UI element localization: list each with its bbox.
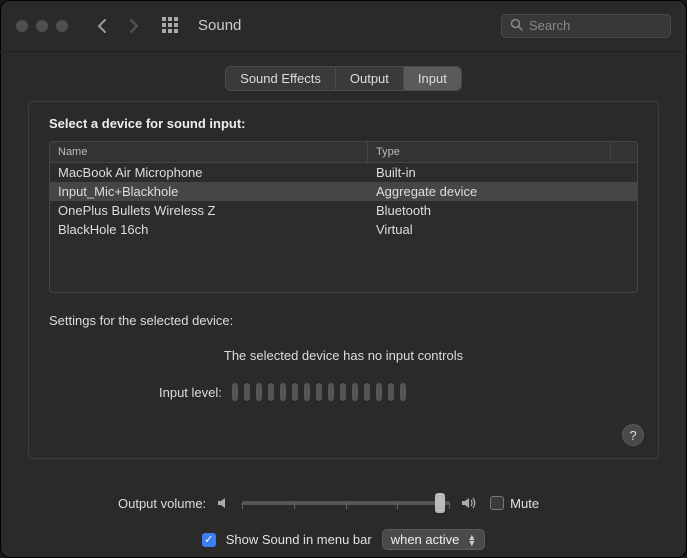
table-row[interactable]: BlackHole 16chVirtual [50, 220, 637, 239]
input-level-label: Input level: [159, 385, 222, 400]
traffic-lights [16, 20, 68, 32]
level-bar [340, 383, 346, 401]
footer: Output volume: Mute ✓ Show Sound in menu… [0, 477, 687, 558]
menubar-row: ✓ Show Sound in menu bar when active ▲▼ [28, 529, 659, 550]
device-type-cell: Built-in [368, 163, 637, 182]
minimize-window-button[interactable] [36, 20, 48, 32]
back-button[interactable] [90, 12, 114, 40]
window-title: Sound [198, 17, 241, 34]
table-body: MacBook Air MicrophoneBuilt-inInput_Mic+… [50, 163, 637, 239]
device-type-cell: Aggregate device [368, 182, 637, 201]
level-bar [364, 383, 370, 401]
level-bar [316, 383, 322, 401]
table-row[interactable]: OnePlus Bullets Wireless ZBluetooth [50, 201, 637, 220]
device-name-cell: OnePlus Bullets Wireless Z [50, 201, 368, 220]
level-bar [268, 383, 274, 401]
tab-output[interactable]: Output [336, 67, 404, 90]
level-bar [280, 383, 286, 401]
sound-preferences-window: Sound Sound Effects Output Input Select … [0, 0, 687, 558]
level-bar [352, 383, 358, 401]
input-level-row: Input level: [49, 383, 638, 401]
search-icon [510, 18, 523, 34]
device-name-cell: Input_Mic+Blackhole [50, 182, 368, 201]
speaker-low-icon [216, 495, 232, 511]
level-bar [256, 383, 262, 401]
level-bar [376, 383, 382, 401]
table-header: Name Type [50, 142, 637, 163]
titlebar: Sound [0, 0, 687, 52]
search-field-wrap[interactable] [501, 14, 671, 38]
output-volume-slider[interactable] [242, 493, 450, 513]
tabs-segmented: Sound Effects Output Input [225, 66, 462, 91]
level-bar [244, 383, 250, 401]
chevron-right-icon [128, 18, 140, 34]
help-button[interactable]: ? [622, 424, 644, 446]
slider-ticks [242, 495, 450, 511]
no-input-controls-message: The selected device has no input control… [49, 348, 638, 363]
column-spacer [611, 142, 637, 162]
show-all-prefs-button[interactable] [162, 17, 180, 35]
level-bar [400, 383, 406, 401]
tab-input[interactable]: Input [404, 67, 461, 90]
level-bar [232, 383, 238, 401]
device-type-cell: Virtual [368, 220, 637, 239]
up-down-icon: ▲▼ [467, 534, 476, 546]
input-device-prompt: Select a device for sound input: [49, 116, 638, 131]
column-name[interactable]: Name [50, 142, 368, 162]
speaker-high-icon [460, 495, 480, 511]
mute-checkbox[interactable] [490, 496, 504, 510]
column-type[interactable]: Type [368, 142, 611, 162]
menubar-mode-popup[interactable]: when active ▲▼ [382, 529, 486, 550]
search-input[interactable] [529, 18, 662, 33]
settings-heading: Settings for the selected device: [49, 313, 638, 328]
zoom-window-button[interactable] [56, 20, 68, 32]
device-name-cell: BlackHole 16ch [50, 220, 368, 239]
tab-sound-effects[interactable]: Sound Effects [226, 67, 336, 90]
slider-thumb[interactable] [435, 493, 445, 513]
forward-button[interactable] [122, 12, 146, 40]
level-bar [388, 383, 394, 401]
tabs-container: Sound Effects Output Input [28, 66, 659, 91]
level-bar [292, 383, 298, 401]
table-row[interactable]: Input_Mic+BlackholeAggregate device [50, 182, 637, 201]
close-window-button[interactable] [16, 20, 28, 32]
input-level-meter [232, 383, 406, 401]
output-volume-row: Output volume: Mute [28, 493, 659, 513]
show-in-menubar-checkbox[interactable]: ✓ [202, 533, 216, 547]
chevron-left-icon [96, 18, 108, 34]
device-type-cell: Bluetooth [368, 201, 637, 220]
menubar-mode-value: when active [391, 532, 460, 547]
input-panel: Select a device for sound input: Name Ty… [28, 101, 659, 459]
level-bar [328, 383, 334, 401]
device-name-cell: MacBook Air Microphone [50, 163, 368, 182]
show-in-menubar-label: Show Sound in menu bar [226, 532, 372, 547]
table-row[interactable]: MacBook Air MicrophoneBuilt-in [50, 163, 637, 182]
device-table: Name Type MacBook Air MicrophoneBuilt-in… [49, 141, 638, 293]
mute-label: Mute [510, 496, 539, 511]
output-volume-label: Output volume: [118, 496, 206, 511]
mute-control: Mute [490, 496, 539, 511]
level-bar [304, 383, 310, 401]
content-area: Sound Effects Output Input Select a devi… [0, 52, 687, 477]
